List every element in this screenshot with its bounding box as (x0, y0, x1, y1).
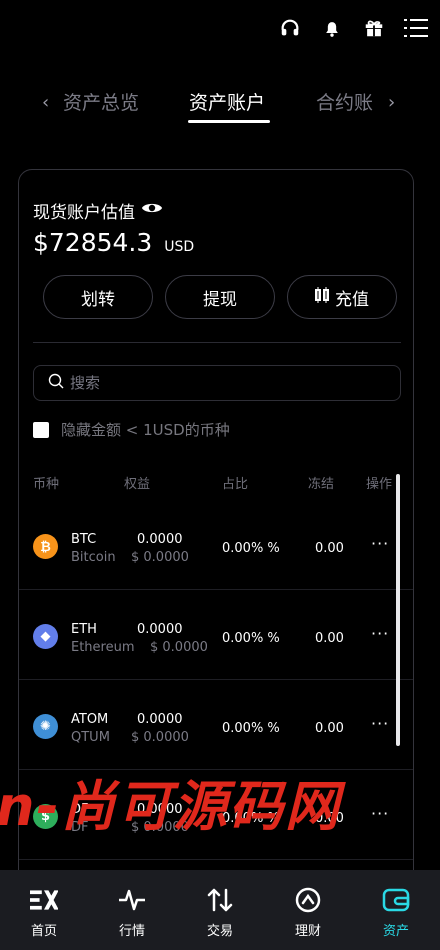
header-frozen: 冻结 (308, 477, 335, 492)
coin-equity: 0.0000 (137, 622, 183, 637)
coin-ratio: 0.00% % (222, 721, 280, 736)
atom-icon: ✺ (33, 714, 58, 739)
transfer-button[interactable]: 划转 (43, 275, 153, 319)
more-icon[interactable]: ··· (371, 804, 389, 823)
tab-asset-account[interactable]: 资产账户 (189, 88, 265, 115)
more-icon[interactable]: ··· (371, 534, 389, 553)
search-icon (48, 373, 64, 393)
coin-name: Bitcoin (71, 550, 116, 565)
tab-contract-account[interactable]: 合约账 (316, 88, 373, 115)
balance-amount: $72854.3 (33, 228, 153, 257)
eye-icon[interactable] (141, 200, 163, 221)
ethereum-icon: ◆ (33, 624, 58, 649)
bell-icon[interactable] (320, 16, 344, 40)
deposit-icon (315, 286, 329, 308)
nav-assets[interactable]: 资产 (352, 870, 440, 950)
estimate-label: 现货账户估值 (33, 203, 135, 223)
nav-label: 理财 (294, 924, 321, 939)
coin-ratio: 0.00% % (222, 541, 280, 556)
hide-small-checkbox[interactable] (33, 421, 49, 438)
coin-symbol: ATOM (71, 712, 109, 727)
nav-finance[interactable]: 理财 (264, 870, 352, 950)
headset-icon[interactable] (278, 16, 302, 40)
withdraw-button[interactable]: 提现 (165, 275, 275, 319)
deposit-button[interactable]: 充值 (287, 275, 397, 319)
menu-icon[interactable] (404, 16, 428, 40)
header-action: 操作 (366, 477, 393, 492)
coin-symbol: ETH (71, 622, 97, 637)
swap-arrows-icon (206, 886, 234, 914)
coin-equity: 0.0000 (137, 532, 183, 547)
hide-small-label: 隐藏金额 < 1USD的币种 (61, 421, 230, 439)
nav-trade[interactable]: 交易 (176, 870, 264, 950)
coin-frozen: 0.00 (315, 721, 344, 736)
more-icon[interactable]: ··· (371, 624, 389, 643)
coin-name: QTUM (71, 730, 110, 745)
withdraw-label: 提现 (203, 289, 237, 310)
table-row[interactable]: ✺ ATOM QTUM 0.0000 $ 0.0000 0.00% % 0.00… (19, 680, 413, 770)
coin-equity-usd: $ 0.0000 (131, 730, 189, 745)
nav-label: 交易 (206, 924, 233, 939)
coin-equity: 0.0000 (137, 712, 183, 727)
tab-overview[interactable]: 资产总览 (63, 88, 139, 115)
header-ratio: 占比 (222, 477, 249, 492)
coin-frozen: 0.00 (315, 631, 344, 646)
header-coin: 币种 (33, 477, 60, 492)
coin-ratio: 0.00% % (222, 631, 280, 646)
balance-currency: USD (164, 239, 195, 255)
estimate-label-row: 现货账户估值 (33, 198, 163, 223)
chevron-left-icon[interactable]: ‹ (42, 92, 49, 113)
top-bar (278, 10, 428, 46)
action-buttons: 划转 提现 充值 (43, 275, 397, 319)
account-balance: $72854.3 USD (33, 228, 194, 257)
coin-equity-usd: $ 0.0000 (150, 640, 208, 655)
account-tabs: ‹ 资产总览 资产账户 合约账 › (0, 86, 440, 126)
tab-active-indicator (188, 120, 270, 123)
bottom-nav: 首页 行情 交易 理财 资产 (0, 870, 440, 950)
divider (33, 342, 401, 343)
search-input[interactable] (70, 374, 370, 392)
coin-frozen: 0.00 (315, 541, 344, 556)
coin-equity-usd: $ 0.0000 (131, 550, 189, 565)
nav-home[interactable]: 首页 (0, 870, 88, 950)
pulse-icon (118, 886, 146, 914)
scrollbar[interactable] (396, 474, 400, 746)
nav-label: 行情 (118, 924, 145, 939)
nav-market[interactable]: 行情 (88, 870, 176, 950)
table-row[interactable]: ₿ BTC Bitcoin 0.0000 $ 0.0000 0.00% % 0.… (19, 500, 413, 590)
table-header: 币种 权益 占比 冻结 操作 (19, 473, 413, 493)
transfer-label: 划转 (81, 289, 115, 310)
wallet-icon (382, 886, 410, 914)
header-equity: 权益 (124, 477, 151, 492)
more-icon[interactable]: ··· (371, 714, 389, 733)
home-logo-icon (30, 886, 58, 914)
coin-name: Ethereum (71, 640, 135, 655)
coin-symbol: BTC (71, 532, 97, 547)
hide-small-balances[interactable]: 隐藏金额 < 1USD的币种 (33, 419, 230, 440)
deposit-label: 充值 (335, 289, 369, 310)
finance-icon (294, 886, 322, 914)
nav-label: 首页 (30, 924, 57, 939)
gift-icon[interactable] (362, 16, 386, 40)
bitcoin-icon: ₿ (33, 534, 58, 559)
watermark: n-尚可源码网 (0, 775, 341, 838)
search-box[interactable] (33, 365, 401, 401)
chevron-right-icon[interactable]: › (388, 92, 395, 113)
nav-label: 资产 (382, 924, 409, 939)
table-row[interactable]: ◆ ETH Ethereum 0.0000 $ 0.0000 0.00% % 0… (19, 590, 413, 680)
